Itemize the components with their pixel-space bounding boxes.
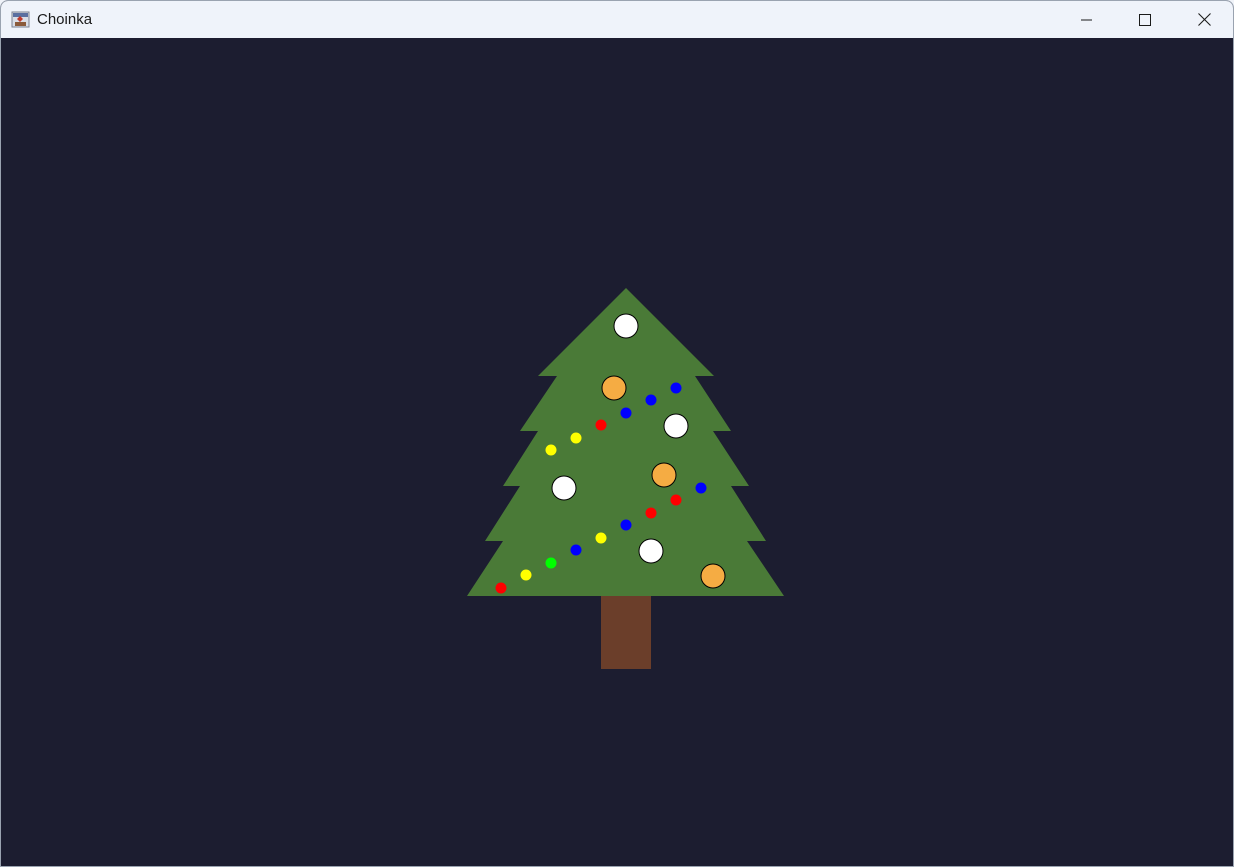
light-yellow <box>595 532 607 544</box>
light-blue <box>620 407 632 419</box>
drawing-canvas <box>1 38 1233 866</box>
light-blue <box>570 544 582 556</box>
bauble-white <box>638 538 664 564</box>
maximize-button[interactable] <box>1116 1 1174 38</box>
title-bar[interactable]: Choinka <box>1 1 1233 38</box>
bauble-orange <box>651 462 677 488</box>
light-red <box>670 494 682 506</box>
bauble-orange <box>700 563 726 589</box>
light-yellow <box>570 432 582 444</box>
close-button[interactable] <box>1175 1 1233 38</box>
minimize-button[interactable] <box>1058 1 1116 38</box>
light-red <box>495 582 507 594</box>
light-red <box>645 507 657 519</box>
window-title: Choinka <box>37 11 93 28</box>
tree-scene <box>1 38 1233 866</box>
light-yellow <box>545 444 557 456</box>
light-green <box>545 557 557 569</box>
minimize-icon <box>1081 14 1093 26</box>
bauble-white <box>663 413 689 439</box>
java-coffee-icon[interactable] <box>11 10 30 29</box>
tree-trunk <box>601 596 651 669</box>
light-yellow <box>520 569 532 581</box>
light-blue <box>645 394 657 406</box>
maximize-icon <box>1139 13 1151 26</box>
close-icon <box>1197 13 1211 26</box>
bauble-white <box>613 313 639 339</box>
bauble-orange <box>601 375 627 401</box>
bauble-white <box>551 475 577 501</box>
light-blue <box>670 382 682 394</box>
light-blue <box>620 519 632 531</box>
light-red <box>595 419 607 431</box>
app-window: Choinka <box>0 0 1234 867</box>
light-blue <box>695 482 707 494</box>
